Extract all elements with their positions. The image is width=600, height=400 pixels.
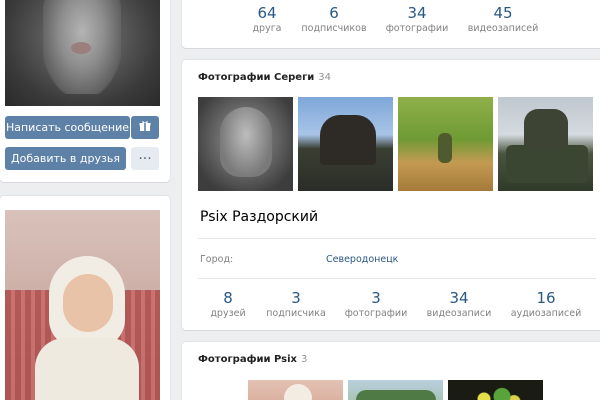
counter-label: видеозаписей (467, 23, 539, 34)
photos-section-title: Фотографии Сереги (198, 72, 315, 83)
divider (198, 238, 596, 239)
counter-videos[interactable]: 45 видеозаписей (466, 4, 540, 36)
photo-thumb[interactable] (348, 380, 443, 400)
photos-section-header[interactable]: Фотографии Psix 3 (198, 354, 307, 365)
profile-name: Psix Раздорский (200, 209, 319, 225)
counter-followers[interactable]: 6 подписчиков (300, 4, 368, 36)
counter-label: фотографии (344, 308, 408, 319)
counter-audio[interactable]: 16 аудиозаписей (508, 289, 584, 321)
counter-label: друга (252, 23, 282, 34)
avatar-cat-nose (71, 42, 91, 54)
counter-label: аудиозаписей (510, 308, 582, 319)
counter-number: 8 (223, 289, 233, 307)
counter-followers[interactable]: 3 подписчика (262, 289, 330, 321)
counter-number: 34 (449, 289, 469, 307)
counter-label: подписчиков (301, 23, 367, 34)
photos-section-title: Фотографии Psix (198, 354, 297, 365)
profile-info-card: Фотографии Сереги 34 Psix Раздорский Горо… (182, 60, 600, 330)
photos-section-count: 3 (300, 354, 308, 365)
photo-person (438, 133, 452, 163)
photos-section-count: 34 (318, 72, 332, 83)
top-counters-card: 64 друга 6 подписчиков 34 фотографии 45 … (182, 0, 600, 48)
left-photo-card (0, 196, 170, 400)
more-dots-icon: ··· (138, 150, 152, 167)
counter-number: 6 (329, 4, 339, 22)
add-friend-label: Добавить в друзья (11, 152, 120, 165)
photo-child (284, 384, 312, 400)
counter-photos[interactable]: 3 фотографии (340, 289, 412, 321)
photo-flowers (466, 386, 526, 400)
photos-section-header[interactable]: Фотографии Сереги 34 (198, 72, 331, 83)
photo-thumb[interactable] (498, 97, 593, 191)
avatar-face (63, 274, 113, 332)
counter-label: подписчика (266, 308, 326, 319)
photo-thumb[interactable] (198, 97, 293, 191)
counter-label: друзей (210, 308, 246, 319)
counter-number: 64 (257, 4, 277, 22)
gift-icon (139, 120, 151, 135)
counter-number: 3 (371, 289, 381, 307)
counter-friends[interactable]: 64 друга (244, 4, 290, 36)
photo-people (320, 115, 376, 165)
divider (198, 278, 596, 279)
gift-button[interactable] (131, 116, 159, 139)
city-link[interactable]: Северодонецк (326, 254, 398, 265)
photo-thumb[interactable] (398, 97, 493, 191)
photo-thumb[interactable] (248, 380, 343, 400)
add-friend-button[interactable]: Добавить в друзья (5, 147, 126, 170)
counter-label: фотографии (385, 23, 449, 34)
photos-psix-card: Фотографии Psix 3 (182, 342, 600, 400)
profile-avatar-cat[interactable] (5, 0, 160, 106)
photo-tree (356, 390, 436, 400)
counter-number: 45 (493, 4, 513, 22)
photo-people (524, 109, 568, 149)
counter-label: видеозаписи (426, 308, 492, 319)
counter-videos[interactable]: 34 видеозаписи (422, 289, 496, 321)
counter-photos[interactable]: 34 фотографии (382, 4, 452, 36)
photo-cat (220, 107, 272, 177)
counter-number: 34 (407, 4, 427, 22)
profile-avatar-child[interactable] (5, 210, 160, 400)
photo-thumb[interactable] (448, 380, 543, 400)
send-message-button[interactable]: Написать сообщение (5, 116, 130, 139)
counter-number: 16 (536, 289, 556, 307)
avatar-body (35, 338, 139, 400)
more-actions-button[interactable]: ··· (131, 147, 159, 170)
photo-thumb[interactable] (298, 97, 393, 191)
counter-friends[interactable]: 8 друзей (198, 289, 258, 321)
send-message-label: Написать сообщение (5, 121, 130, 134)
city-label: Город: (200, 254, 234, 265)
counter-number: 3 (291, 289, 301, 307)
photo-tank (506, 145, 588, 183)
left-profile-card: Написать сообщение Добавить в друзья ··· (0, 0, 170, 182)
